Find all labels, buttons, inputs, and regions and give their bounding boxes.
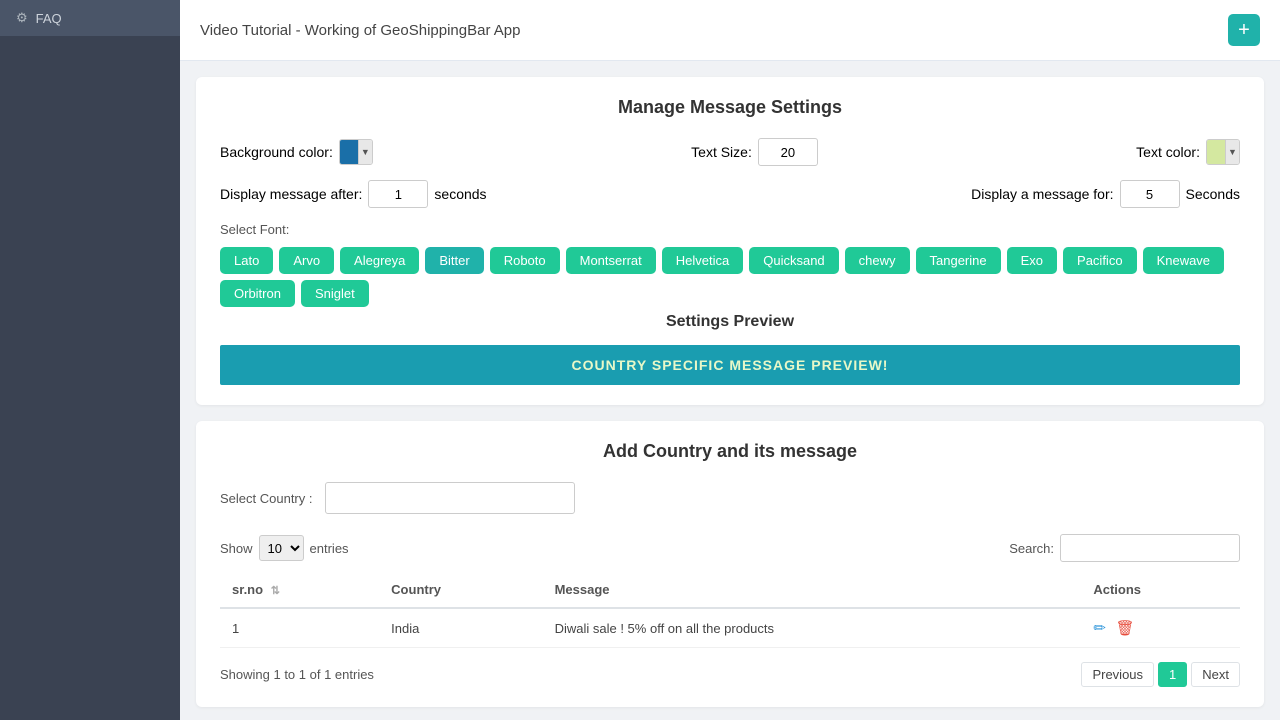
country-table: sr.no ⇅ Country Message Actions 1 Ind: [220, 572, 1240, 648]
font-btn-knewave[interactable]: Knewave: [1143, 247, 1224, 274]
text-color-label: Text color:: [1136, 144, 1200, 160]
country-select-input[interactable]: [325, 482, 575, 514]
bg-color-box: [340, 140, 358, 164]
previous-button[interactable]: Previous: [1081, 662, 1154, 687]
col-actions: Actions: [1081, 572, 1240, 608]
col-srno: sr.no ⇅: [220, 572, 379, 608]
search-area: Search:: [1009, 534, 1240, 562]
font-btn-orbitron[interactable]: Orbitron: [220, 280, 295, 307]
text-size-label: Text Size:: [691, 144, 752, 160]
font-btn-chewy[interactable]: chewy: [845, 247, 910, 274]
preview-title: Settings Preview: [220, 313, 1240, 331]
font-btn-bitter[interactable]: Bitter: [425, 247, 483, 274]
cell-actions: ✏ 🗑: [1081, 608, 1240, 648]
display-for-label: Display a message for:: [971, 186, 1113, 202]
text-color-arrow: ▼: [1225, 140, 1239, 164]
message-settings-title: Manage Message Settings: [220, 97, 1240, 118]
bg-color-label: Background color:: [220, 144, 333, 160]
message-settings-card: Manage Message Settings Background color…: [196, 77, 1264, 405]
sidebar-item-label: FAQ: [36, 11, 62, 26]
pagination-row: Showing 1 to 1 of 1 entries Previous 1 N…: [220, 662, 1240, 687]
country-card: Add Country and its message Select Count…: [196, 421, 1264, 707]
font-btn-exo[interactable]: Exo: [1007, 247, 1057, 274]
font-btn-montserrat[interactable]: Montserrat: [566, 247, 656, 274]
gear-icon: ⚙: [16, 10, 28, 26]
table-footer-text: Showing 1 to 1 of 1 entries: [220, 667, 374, 682]
main-content: Video Tutorial - Working of GeoShippingB…: [180, 0, 1280, 720]
font-buttons: LatoArvoAlegreyaBitter RobotoMontserratHe…: [220, 247, 1240, 307]
font-btn-pacifico[interactable]: Pacifico: [1063, 247, 1137, 274]
search-input[interactable]: [1060, 534, 1240, 562]
preview-bar: COUNTRY SPECIFIC MESSAGE PREVIEW!: [220, 345, 1240, 385]
display-for-group: Display a message for: Seconds: [971, 180, 1240, 208]
text-color-group: Text color: ▼: [1136, 139, 1240, 165]
country-card-title: Add Country and its message: [220, 441, 1240, 462]
search-label: Search:: [1009, 541, 1054, 556]
display-after-label: Display message after:: [220, 186, 362, 202]
table-header-row: sr.no ⇅ Country Message Actions: [220, 572, 1240, 608]
topbar: Video Tutorial - Working of GeoShippingB…: [180, 0, 1280, 61]
font-label: Select Font:: [220, 222, 1240, 237]
col-message: Message: [543, 572, 1082, 608]
text-color-swatch[interactable]: ▼: [1206, 139, 1240, 165]
settings-row-2: Display message after: seconds Display a…: [220, 180, 1240, 208]
bg-color-group: Background color: ▼: [220, 139, 373, 165]
font-btn-tangerine[interactable]: Tangerine: [916, 247, 1001, 274]
text-size-input[interactable]: [758, 138, 818, 166]
text-size-group: Text Size:: [691, 138, 818, 166]
font-btn-alegreya[interactable]: Alegreya: [340, 247, 419, 274]
delete-icon[interactable]: 🗑: [1116, 620, 1135, 637]
edit-icon[interactable]: ✏: [1093, 620, 1106, 637]
settings-row-1: Background color: ▼ Text Size: Text colo…: [220, 138, 1240, 166]
display-for-unit: Seconds: [1186, 186, 1240, 202]
page-1-button[interactable]: 1: [1158, 662, 1187, 687]
font-btn-helvetica[interactable]: Helvetica: [662, 247, 743, 274]
sidebar: ⚙ FAQ: [0, 0, 180, 720]
pagination-buttons: Previous 1 Next: [1081, 662, 1240, 687]
bg-color-swatch[interactable]: ▼: [339, 139, 373, 165]
font-btn-lato[interactable]: Lato: [220, 247, 273, 274]
add-button[interactable]: +: [1228, 14, 1260, 46]
sidebar-item-faq[interactable]: ⚙ FAQ: [0, 0, 180, 36]
font-btn-roboto[interactable]: Roboto: [490, 247, 560, 274]
page-title: Video Tutorial - Working of GeoShippingB…: [200, 22, 520, 39]
display-after-unit: seconds: [434, 186, 486, 202]
font-btn-quicksand[interactable]: Quicksand: [749, 247, 838, 274]
next-button[interactable]: Next: [1191, 662, 1240, 687]
entries-label: entries: [310, 541, 349, 556]
entries-select[interactable]: 10 25 50: [259, 535, 304, 561]
select-country-label: Select Country :: [220, 491, 313, 506]
font-btn-arvo[interactable]: Arvo: [279, 247, 334, 274]
display-after-group: Display message after: seconds: [220, 180, 487, 208]
cell-message: Diwali sale ! 5% off on all the products: [543, 608, 1082, 648]
cell-srno: 1: [220, 608, 379, 648]
font-btn-sniglet[interactable]: Sniglet: [301, 280, 369, 307]
table-controls: Show 10 25 50 entries Search:: [220, 534, 1240, 562]
sort-icon: ⇅: [271, 585, 280, 597]
cell-country: India: [379, 608, 542, 648]
display-after-input[interactable]: [368, 180, 428, 208]
show-entries-group: Show 10 25 50 entries: [220, 535, 349, 561]
select-country-row: Select Country :: [220, 482, 1240, 514]
table-row: 1 India Diwali sale ! 5% off on all the …: [220, 608, 1240, 648]
col-country: Country: [379, 572, 542, 608]
text-color-box: [1207, 140, 1225, 164]
show-label: Show: [220, 541, 253, 556]
bg-color-arrow: ▼: [358, 140, 372, 164]
display-for-input[interactable]: [1120, 180, 1180, 208]
